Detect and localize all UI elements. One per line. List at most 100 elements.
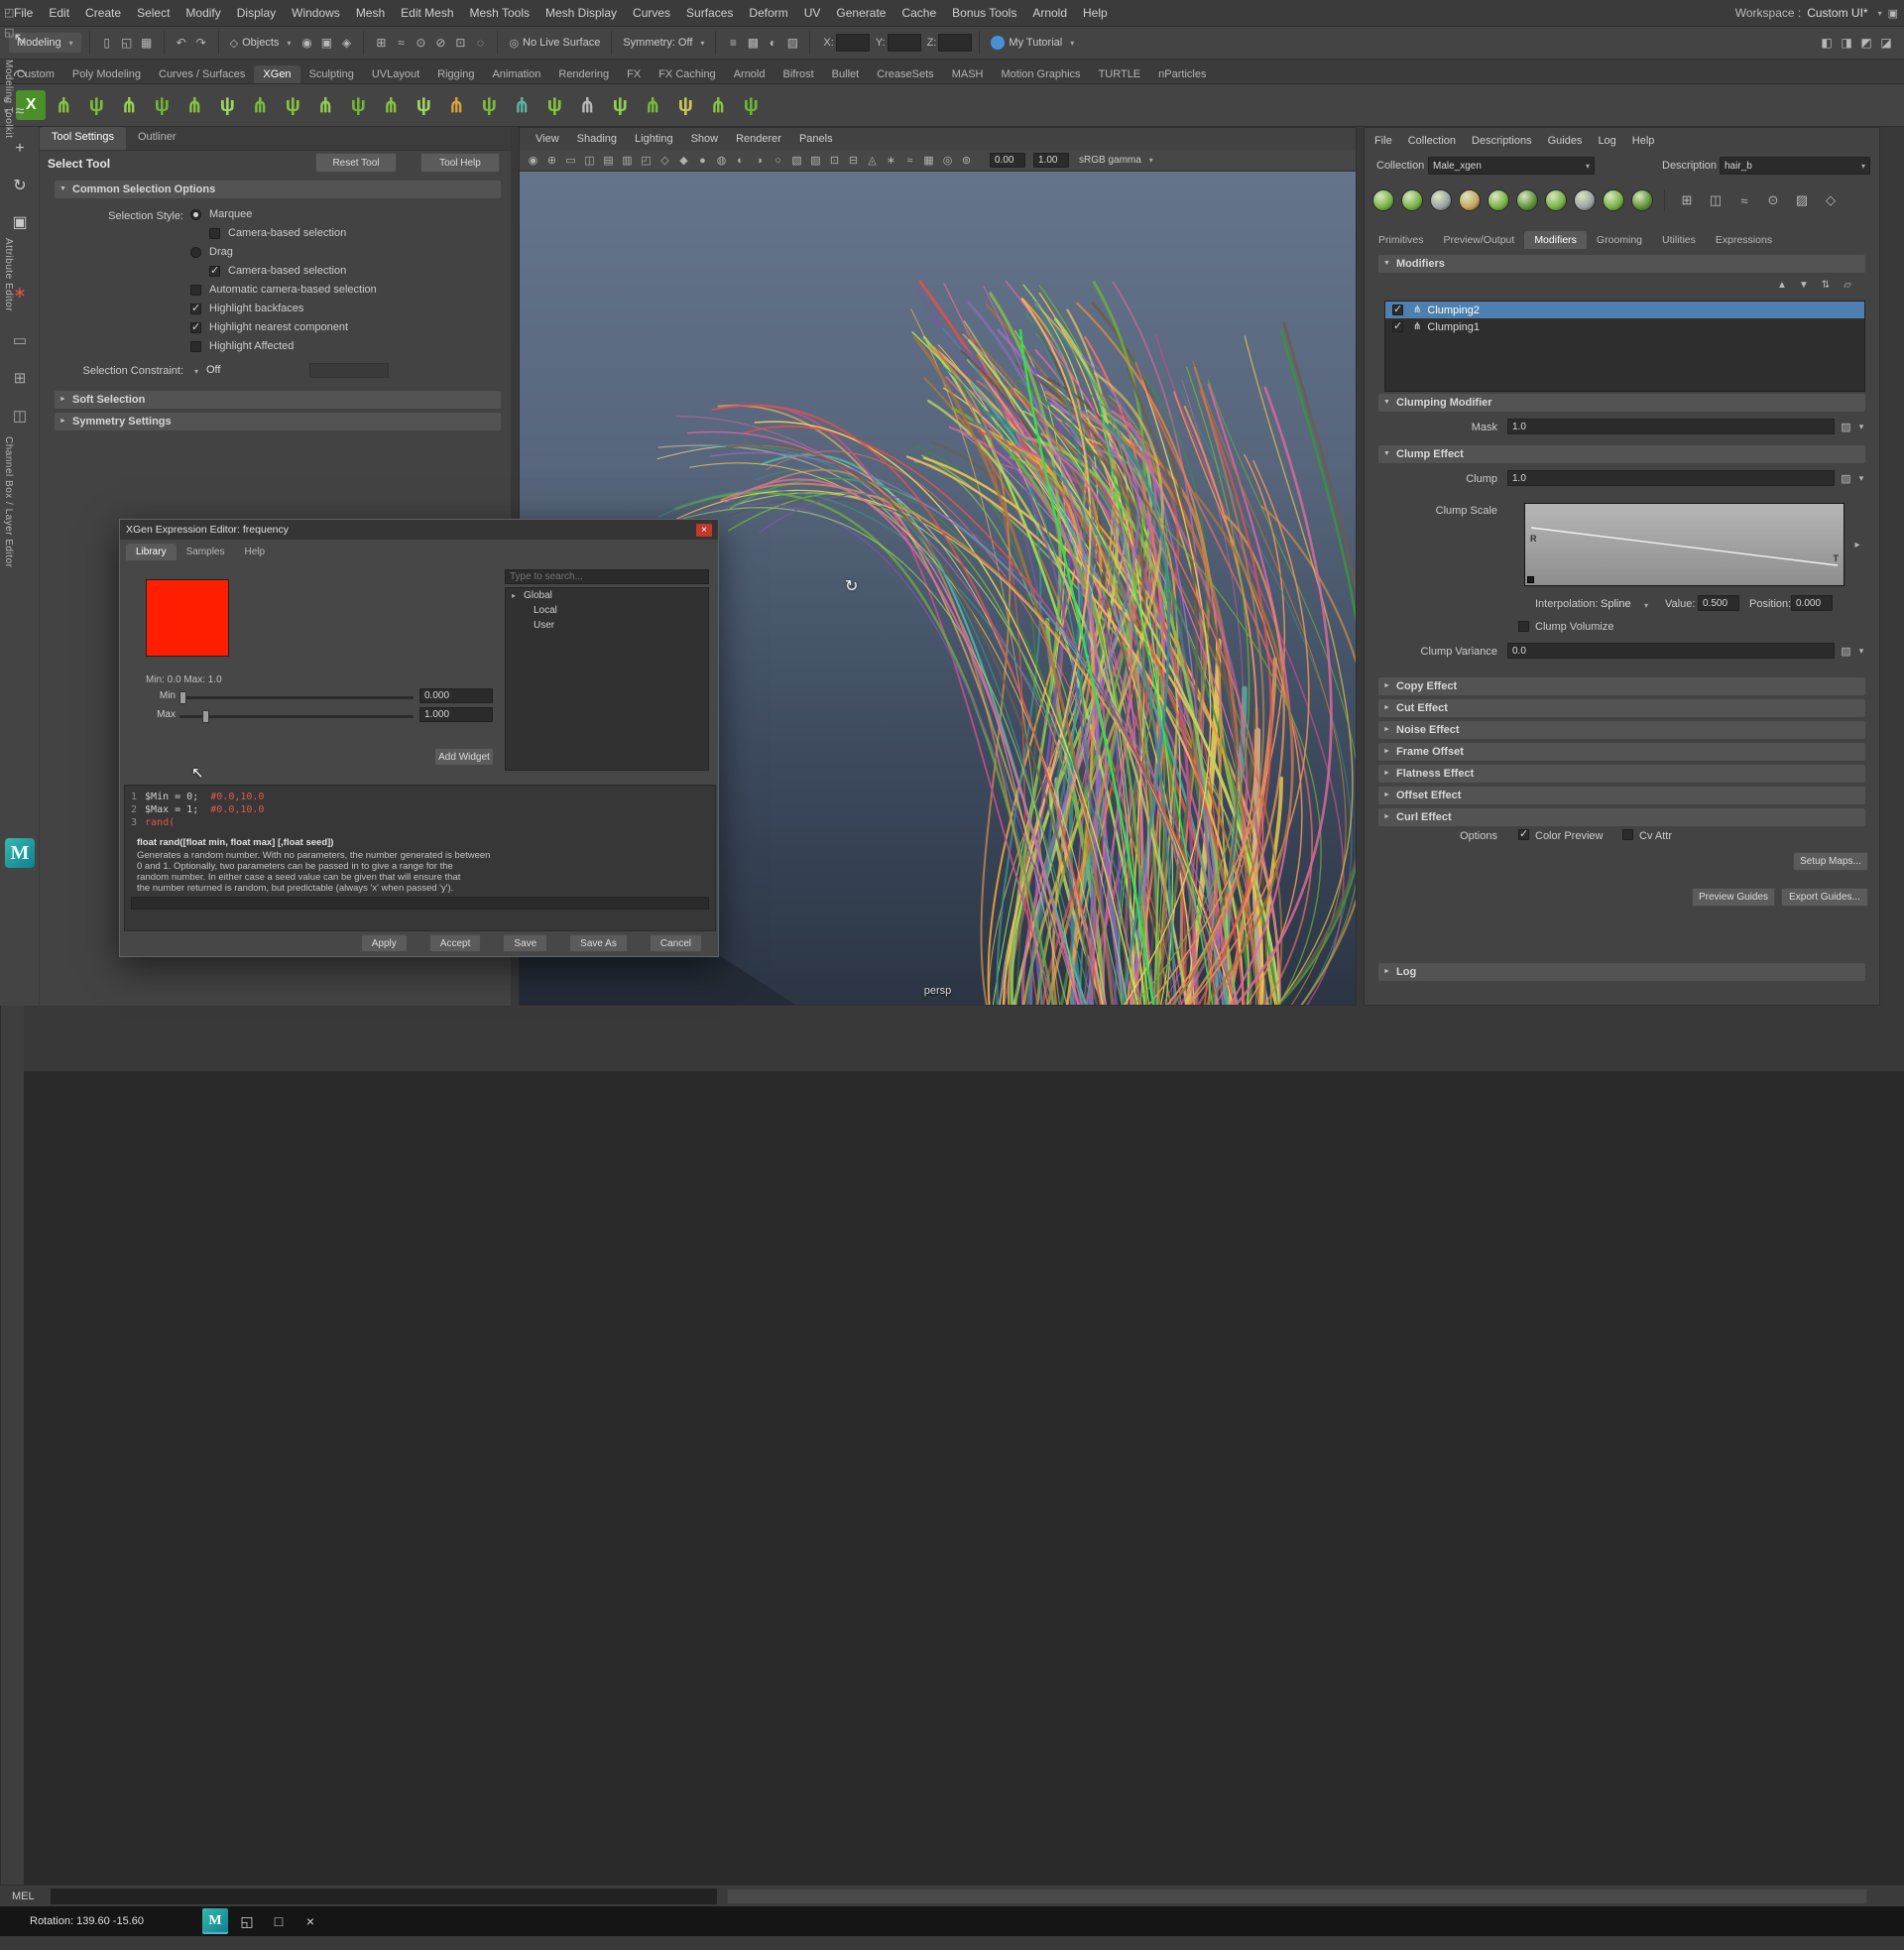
- xgen-utility-icon-1[interactable]: ◫: [1705, 189, 1726, 211]
- section-noise-effect[interactable]: Noise Effect: [1378, 721, 1865, 739]
- axis-input-z[interactable]: [938, 34, 972, 52]
- xgen-utility-icon-4[interactable]: ▨: [1791, 189, 1813, 211]
- clump-menu-icon[interactable]: ▾: [1855, 470, 1867, 486]
- section-copy-effect[interactable]: Copy Effect: [1378, 677, 1865, 695]
- menubar-item-mesh-tools[interactable]: Mesh Tools: [462, 0, 537, 26]
- panel-toggle-icon[interactable]: ◱: [4, 26, 20, 42]
- xgen-tab-modifiers[interactable]: Modifiers: [1524, 231, 1587, 249]
- section-log[interactable]: Log: [1378, 963, 1865, 981]
- viewport-menu-view[interactable]: View: [528, 133, 567, 145]
- slider-track-max[interactable]: [179, 715, 414, 718]
- sidebar-tab-modeling-toolkit[interactable]: Modeling Toolkit: [3, 60, 14, 139]
- xgen-tab-preview-output[interactable]: Preview/Output: [1434, 231, 1525, 249]
- viewport-toolbar-icon-7[interactable]: ◇: [655, 152, 674, 170]
- checkbox-highlight-backfaces[interactable]: [190, 304, 201, 314]
- shelf-tab-rigging[interactable]: Rigging: [428, 65, 483, 83]
- taskbar-close-icon[interactable]: ×: [298, 1908, 323, 1934]
- xgen-menu-collection[interactable]: Collection: [1408, 135, 1456, 147]
- construction-history-icon[interactable]: ≡: [723, 33, 743, 53]
- snap-point-icon[interactable]: ⊙: [411, 33, 430, 53]
- xgen-tool-icon[interactable]: ⋔: [572, 90, 602, 120]
- xgen-tab-primitives[interactable]: Primitives: [1368, 231, 1434, 249]
- section-clumping-modifier[interactable]: Clumping Modifier: [1378, 394, 1865, 412]
- viewport-toolbar-icon-2[interactable]: ▭: [561, 152, 580, 170]
- tree-item-global[interactable]: ▸Global: [506, 588, 708, 603]
- shelf-tab-bifrost[interactable]: Bifrost: [774, 65, 822, 83]
- axis-input-y[interactable]: [888, 34, 921, 52]
- xgen-tool-icon[interactable]: ⋔: [114, 90, 144, 120]
- symmetry-selector[interactable]: Symmetry: Off ▾: [619, 37, 708, 49]
- sidebar-tab-attribute-editor[interactable]: Attribute Editor: [3, 238, 14, 311]
- clump-scale-ramp[interactable]: R T: [1524, 503, 1844, 586]
- command-language-toggle[interactable]: MEL: [12, 1890, 35, 1902]
- shelf-tab-turtle[interactable]: TURTLE: [1090, 65, 1150, 83]
- modifier-enabled-checkbox[interactable]: [1392, 305, 1403, 315]
- xgen-menu-file[interactable]: File: [1374, 135, 1392, 147]
- ramp-key-handle[interactable]: [1527, 576, 1534, 583]
- list-down-icon[interactable]: ▼: [1796, 277, 1812, 293]
- xgen-brush-icon-7[interactable]: [1574, 189, 1596, 211]
- mask-map-icon[interactable]: ▨: [1839, 419, 1853, 434]
- viewport-toolbar-icon-3[interactable]: ◫: [580, 152, 599, 170]
- panel-toggle-icon[interactable]: ◰: [4, 6, 20, 22]
- render-settings-icon[interactable]: ▨: [782, 33, 802, 53]
- menubar-item-deform[interactable]: Deform: [741, 0, 795, 26]
- xgen-menu-descriptions[interactable]: Descriptions: [1472, 135, 1532, 147]
- slider-handle-min[interactable]: [179, 691, 186, 704]
- xgen-menu-help[interactable]: Help: [1632, 135, 1655, 147]
- xgen-tab-expressions[interactable]: Expressions: [1706, 231, 1782, 249]
- viewport-toolbar-icon-17[interactable]: ⊟: [844, 152, 863, 170]
- clump-variance-field[interactable]: [1507, 643, 1835, 659]
- dialog-tab-library[interactable]: Library: [126, 544, 177, 560]
- radio-marquee[interactable]: [190, 209, 201, 220]
- viewport-toolbar-icon-0[interactable]: ◉: [524, 152, 542, 170]
- sidebar-tab-channel-box-layer-editor[interactable]: Channel Box / Layer Editor: [3, 436, 14, 568]
- slider-handle-max[interactable]: [202, 710, 209, 723]
- exposure-field[interactable]: [990, 153, 1025, 168]
- ramp-next-icon[interactable]: ▸: [1850, 537, 1864, 552]
- viewport-menu-panels[interactable]: Panels: [791, 133, 841, 145]
- xgen-tool-icon[interactable]: ψ: [409, 90, 438, 120]
- menubar-item-windows[interactable]: Windows: [284, 0, 348, 26]
- select-object-icon[interactable]: ▣: [316, 33, 336, 53]
- variance-menu-icon[interactable]: ▾: [1855, 643, 1867, 659]
- section-curl-effect[interactable]: Curl Effect: [1378, 808, 1865, 826]
- tree-item-user[interactable]: User: [506, 618, 708, 633]
- slider-value-min[interactable]: [419, 688, 493, 703]
- viewport-toolbar-icon-8[interactable]: ◆: [674, 152, 693, 170]
- account-menu[interactable]: My Tutorial ▾: [987, 36, 1078, 50]
- tree-item-local[interactable]: Local: [506, 603, 708, 618]
- file-open-icon[interactable]: ◱: [117, 33, 137, 53]
- clump-field[interactable]: [1507, 470, 1835, 486]
- clump-map-icon[interactable]: ▨: [1839, 470, 1853, 486]
- menubar-item-help[interactable]: Help: [1075, 0, 1116, 26]
- xgen-tool-icon[interactable]: ψ: [147, 90, 177, 120]
- layout-four-icon[interactable]: ⊞: [7, 365, 33, 391]
- workspace-selector[interactable]: Workspace : Custom UI* ▾ ▣: [1735, 6, 1898, 20]
- section-soft-selection[interactable]: Soft Selection: [55, 391, 501, 409]
- undo-icon[interactable]: ↶: [172, 33, 191, 53]
- shelf-tab-xgen[interactable]: XGen: [254, 65, 299, 83]
- shelf-tab-arnold[interactable]: Arnold: [725, 65, 774, 83]
- snap-view-icon[interactable]: ⊡: [450, 33, 470, 53]
- xgen-tool-icon[interactable]: ψ: [212, 90, 242, 120]
- list-sort-icon[interactable]: ⇅: [1818, 277, 1834, 293]
- panel-tab-tool-settings[interactable]: Tool Settings: [40, 127, 126, 150]
- apply-button[interactable]: Apply: [361, 934, 408, 952]
- viewport-toolbar-icon-13[interactable]: ○: [769, 152, 787, 170]
- snap-curve-icon[interactable]: ≈: [391, 33, 411, 53]
- gamma-field[interactable]: [1033, 153, 1069, 168]
- menubar-item-mesh[interactable]: Mesh: [348, 0, 393, 26]
- menubar-item-generate[interactable]: Generate: [828, 0, 893, 26]
- section-common-selection-options[interactable]: Common Selection Options: [55, 181, 501, 198]
- tool-help-button[interactable]: Tool Help: [420, 153, 500, 173]
- axis-input-x[interactable]: [836, 34, 870, 52]
- value-field[interactable]: [1698, 595, 1739, 611]
- viewport-toolbar-icon-5[interactable]: ▥: [618, 152, 637, 170]
- xgen-tool-icon[interactable]: ⋔: [507, 90, 536, 120]
- taskbar-maya-icon[interactable]: M: [202, 1908, 228, 1934]
- file-save-icon[interactable]: ▦: [137, 33, 157, 53]
- xgen-tab-grooming[interactable]: Grooming: [1587, 231, 1652, 249]
- xgen-utility-icon-0[interactable]: ⊞: [1676, 189, 1698, 211]
- xgen-brush-icon-6[interactable]: [1545, 189, 1567, 211]
